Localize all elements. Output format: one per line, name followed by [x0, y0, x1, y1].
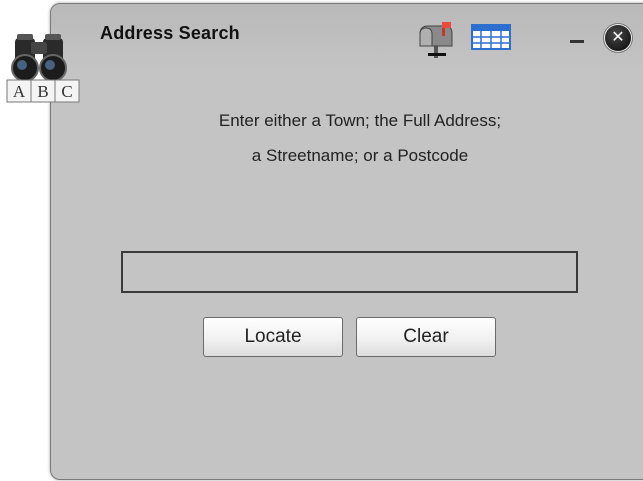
- clear-button[interactable]: Clear: [356, 317, 496, 357]
- window-title: Address Search: [100, 23, 240, 43]
- address-search-window: Address Search: [50, 3, 643, 480]
- instruction-line-2: a Streetname; or a Postcode: [251, 146, 469, 165]
- logo-letter-b: B: [37, 82, 48, 101]
- instruction-line-1: Enter either a Town; the Full Address;: [218, 111, 502, 130]
- table-icon[interactable]: [471, 24, 511, 50]
- abc-tiles: A B C: [6, 79, 80, 103]
- address-search-input[interactable]: [121, 251, 578, 293]
- title-bar[interactable]: Address Search: [51, 4, 643, 66]
- minimize-icon[interactable]: [570, 40, 584, 43]
- close-icon[interactable]: ✕: [605, 25, 631, 51]
- logo-letter-a: A: [13, 82, 26, 101]
- mailbox-active-indicator: [428, 53, 446, 56]
- logo-letter-c: C: [61, 82, 72, 101]
- binoculars-icon: [11, 34, 67, 82]
- locate-button[interactable]: Locate: [203, 317, 343, 357]
- binoculars-abc-icon: A B C: [6, 34, 80, 103]
